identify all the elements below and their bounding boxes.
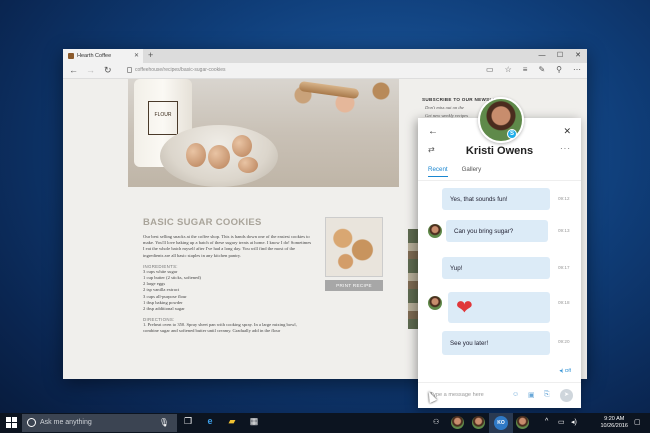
lock-icon <box>127 67 132 73</box>
file-explorer-icon[interactable]: ▰ <box>224 416 240 427</box>
close-icon[interactable]: ✕ <box>563 126 571 137</box>
message-composer: Type a message here ☺ ▣ ⎘ ➤ <box>418 382 581 408</box>
clock-date: 10/26/2016 <box>600 423 628 429</box>
microphone-icon[interactable]: 🎙 <box>159 418 169 427</box>
address-bar: ← → ↻ coffeehouse/recipes/basic-sugar-co… <box>63 63 587 79</box>
clock-time: 9:20 AM <box>604 416 625 422</box>
message-bubble: See you later! <box>442 331 550 355</box>
message-bubble: ❤ <box>448 292 550 323</box>
reading-view-icon[interactable]: ▭ <box>486 65 494 74</box>
contact-profile-avatar[interactable] <box>478 97 524 143</box>
flour-label: FLOUR <box>148 101 178 135</box>
message-input[interactable]: Type a message here <box>430 392 484 398</box>
close-tab-icon[interactable]: ✕ <box>134 52 139 59</box>
contact-name: Kristi Owens <box>465 145 534 157</box>
contact-pin-avatar[interactable] <box>516 416 529 429</box>
translator-status[interactable]: ◂) Off <box>559 369 571 374</box>
people-icon[interactable]: ⚇ <box>433 418 439 426</box>
contact-avatar <box>428 296 442 310</box>
message-bubble: Can you bring sugar? <box>446 220 548 242</box>
sidebar-thumbnails <box>408 229 418 329</box>
skype-chat-panel: ← ✕ ⇄ Kristi Owens ··· Recent Gallery Ye… <box>418 118 581 408</box>
divider <box>418 180 581 181</box>
attach-icon[interactable]: ⎘ <box>544 391 550 399</box>
chevron-up-icon[interactable]: ^ <box>545 418 548 425</box>
print-recipe-button[interactable]: PRINT RECIPE <box>325 280 383 291</box>
back-icon[interactable]: ← <box>69 65 78 75</box>
skype-contact-icon[interactable]: KO <box>494 416 508 430</box>
egg-image <box>238 157 258 173</box>
network-icon[interactable]: ▭ <box>558 418 565 426</box>
contact-pin-avatar[interactable] <box>451 416 464 429</box>
new-tab-button[interactable]: + <box>148 50 153 60</box>
ingredient-item: 2 tbsp additional sugar <box>143 306 185 312</box>
search-placeholder: Ask me anything <box>40 419 92 426</box>
skype-badge-icon: S <box>507 129 517 139</box>
message-text: Yes, that sounds fun! <box>450 195 508 203</box>
tab-recent[interactable]: Recent <box>428 166 448 177</box>
refresh-icon[interactable]: ↻ <box>104 65 112 76</box>
share-icon[interactable]: ⚲ <box>556 65 562 74</box>
forward-icon[interactable]: → <box>86 65 95 75</box>
emoji-icon[interactable]: ☺ <box>512 391 519 398</box>
heart-icon: ❤ <box>456 296 473 319</box>
favorite-star-icon[interactable]: ☆ <box>505 65 512 74</box>
egg-image <box>186 143 206 167</box>
recipe-title: BASIC SUGAR COOKIES <box>143 217 262 228</box>
message-text: See you later! <box>450 339 489 347</box>
windows-start-icon[interactable] <box>6 417 18 429</box>
message-time: 09:20 <box>558 339 570 344</box>
message-bubble: Yup! <box>442 257 550 279</box>
cortana-search-box[interactable]: Ask me anything 🎙 <box>22 414 177 432</box>
recipe-content: BASIC SUGAR COOKIES Our best selling sna… <box>143 217 313 335</box>
egg-image <box>232 135 252 157</box>
close-window-button[interactable]: ✕ <box>569 49 587 63</box>
cortana-icon <box>27 418 36 427</box>
message-text: Yup! <box>450 264 463 272</box>
tab-gallery[interactable]: Gallery <box>462 166 482 177</box>
browser-tab[interactable]: Hearth Coffee ✕ <box>63 49 143 63</box>
more-options-icon[interactable]: ··· <box>560 144 571 153</box>
volume-icon[interactable]: ◂) <box>571 418 577 426</box>
toolbar-icons: ▭ ☆ ≡ ✎ ⚲ ⋯ <box>486 65 581 74</box>
cookies-image <box>279 79 399 119</box>
favicon-icon <box>68 53 74 59</box>
message-time: 09:18 <box>558 300 570 305</box>
directions-text: 1. Preheat oven to 350. Spray sheet pan … <box>143 322 297 334</box>
message-bubble: Yes, that sounds fun! <box>442 188 550 210</box>
web-note-icon[interactable]: ✎ <box>538 65 545 74</box>
task-view-icon[interactable]: ❐ <box>180 416 196 427</box>
send-button[interactable]: ➤ <box>560 389 573 402</box>
message-time: 09:13 <box>558 228 570 233</box>
tab-bar: Hearth Coffee ✕ + — ☐ ✕ <box>63 49 587 63</box>
hub-icon[interactable]: ≡ <box>523 65 528 74</box>
message-time: 09:12 <box>558 196 570 201</box>
contact-pin-avatar[interactable] <box>472 416 485 429</box>
ingredients-list: 3 cups white sugar 1 cup butter (2 stick… <box>143 269 313 312</box>
message-text: Can you bring sugar? <box>454 227 514 235</box>
taskbar: Ask me anything 🎙 ❐ e ▰ ▦ ⚇ KO ^ ▭ ◂) 9:… <box>0 413 650 433</box>
tab-title: Hearth Coffee <box>77 53 112 59</box>
minimize-button[interactable]: — <box>533 49 551 63</box>
back-arrow-icon[interactable]: ← <box>428 126 438 137</box>
url-field[interactable]: coffeehouse/recipes/basic-sugar-cookies <box>135 67 226 73</box>
action-center-icon[interactable]: ▢ <box>634 418 641 426</box>
maximize-button[interactable]: ☐ <box>551 49 569 63</box>
image-icon[interactable]: ▣ <box>528 391 535 399</box>
chat-tabs: Recent Gallery <box>428 166 481 177</box>
window-controls: — ☐ ✕ <box>533 49 587 63</box>
clock[interactable]: 9:20 AM 10/26/2016 <box>600 416 628 430</box>
egg-image <box>208 145 230 169</box>
store-icon[interactable]: ▦ <box>246 416 262 427</box>
more-icon[interactable]: ⋯ <box>573 65 581 74</box>
hero-image: FLOUR <box>128 79 399 187</box>
recipe-intro: Our best selling snacks at the coffee sh… <box>143 234 312 258</box>
edge-icon[interactable]: e <box>202 416 218 426</box>
status-text: Off <box>564 369 571 374</box>
contact-avatar <box>428 224 442 238</box>
cookie-thumbnail-image <box>325 217 383 277</box>
message-time: 09:17 <box>558 265 570 270</box>
